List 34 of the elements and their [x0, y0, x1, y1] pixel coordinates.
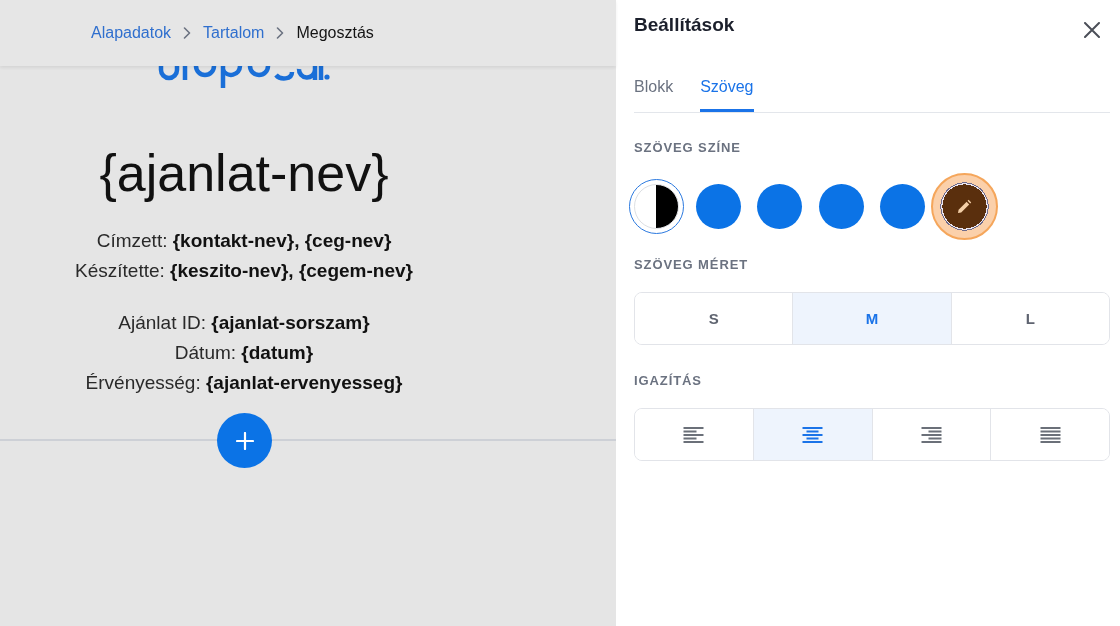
align-left-icon: [683, 426, 705, 443]
color-swatch-icon[interactable]: [818, 184, 864, 229]
align-justify-button[interactable]: [990, 409, 1109, 460]
size-option[interactable]: L: [950, 293, 1109, 344]
section-label: SZÖVEG MÉRET: [634, 257, 750, 273]
offer-detail-line: Érvényesség: {ajanlat-ervenyesseg}: [85, 371, 403, 395]
recipient-line: Címzett: {kontakt-nev}, {ceg-nev}: [96, 229, 392, 253]
add-block-button[interactable]: [217, 413, 272, 468]
close-button[interactable]: [1083, 21, 1101, 39]
breadcrumb-link[interactable]: Tartalom: [203, 24, 265, 42]
color-swatch-icon[interactable]: [880, 184, 926, 229]
recipient-line: Készítette: {keszito-nev}, {cegem-nev}: [75, 259, 413, 283]
close-icon: [1084, 22, 1100, 38]
section-label: SZÖVEG SZÍNE: [634, 140, 742, 156]
align-center-icon: [802, 426, 824, 443]
section-label: IGAZÍTÁS: [634, 373, 703, 389]
offer-detail-line: Ajánlat ID: {ajanlat-sorszam}: [118, 311, 370, 335]
panel-title: Beállítások: [634, 14, 735, 36]
document-title: {ajanlat-nev}: [99, 143, 389, 204]
color-swatch-icon[interactable]: [695, 184, 741, 229]
offer-detail-line: Dátum: {datum}: [174, 341, 314, 365]
plus-icon: [235, 431, 254, 450]
size-option[interactable]: M: [792, 293, 951, 344]
align-right-icon: [920, 426, 942, 443]
breadcrumb-current: Megosztás: [296, 24, 374, 42]
color-swatch-icon[interactable]: [757, 184, 803, 229]
breadcrumb-link[interactable]: Alapadatok: [91, 24, 172, 42]
panel-tab[interactable]: Blokk: [634, 62, 674, 112]
chevron-right-icon: [276, 27, 285, 39]
chevron-right-icon: [183, 27, 192, 39]
align-justify-icon: [1039, 426, 1061, 443]
align-center-button[interactable]: [752, 409, 872, 460]
pencil-icon: [956, 198, 973, 215]
panel-tab[interactable]: Szöveg: [700, 62, 754, 112]
